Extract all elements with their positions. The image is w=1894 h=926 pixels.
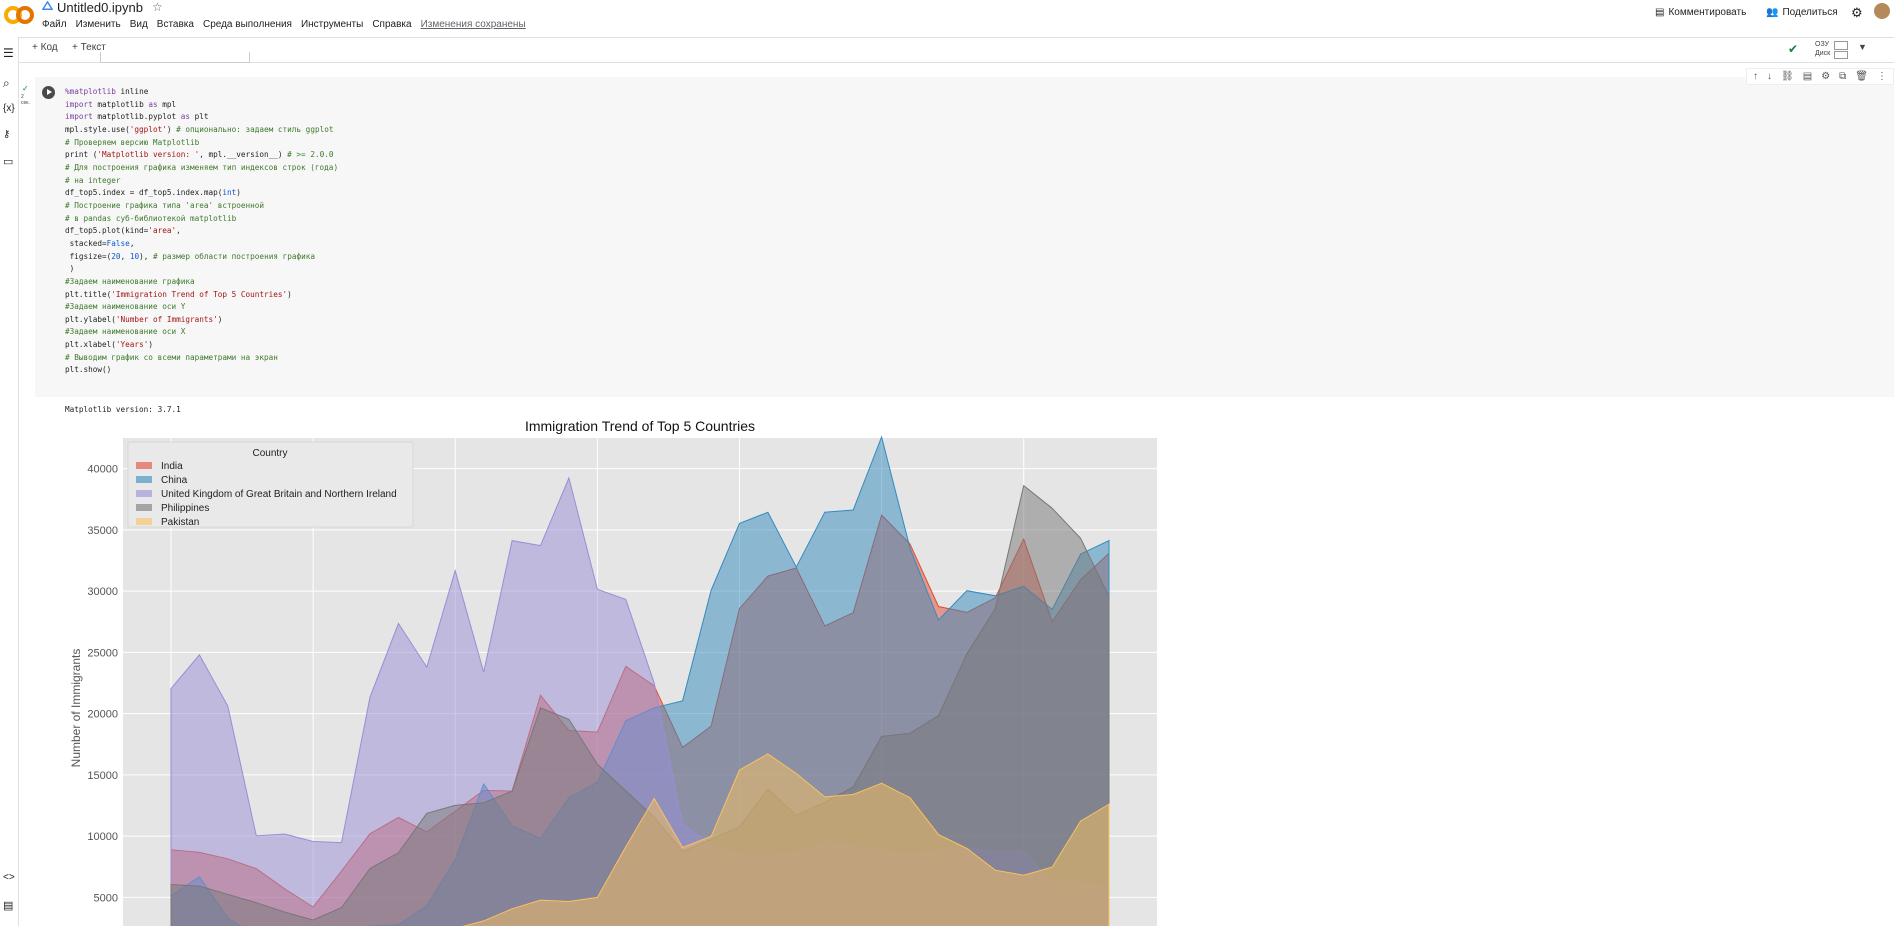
legend-swatch xyxy=(136,518,152,525)
y-tick-label: 40000 xyxy=(87,464,118,476)
chevron-down-icon[interactable]: ▼ xyxy=(1858,42,1867,52)
share-button[interactable]: 👥 Поделиться xyxy=(1766,7,1838,18)
legend-swatch xyxy=(136,476,152,483)
add-code-button[interactable]: + Код xyxy=(32,42,58,53)
y-tick-label: 20000 xyxy=(87,709,118,721)
search-icon[interactable]: ⌕ xyxy=(3,76,16,90)
cell-output-text: Matplotlib version: 3.7.1 xyxy=(65,405,181,414)
mirror-icon[interactable]: ⧉ xyxy=(1839,71,1846,82)
link-icon[interactable]: ⛓ xyxy=(1781,71,1794,82)
exec-check-icon: ✓ xyxy=(22,84,29,93)
y-tick-label: 30000 xyxy=(87,586,118,598)
legend-title: Country xyxy=(252,448,287,459)
legend-swatch xyxy=(136,490,152,497)
variables-icon[interactable]: {x} xyxy=(3,103,16,116)
comment-label: Комментировать xyxy=(1668,7,1747,18)
left-rail: ☰ ⌕ {x} ⚷ ▭ <> ▤ xyxy=(0,37,19,926)
share-label: Поделиться xyxy=(1782,7,1838,18)
menu-bar: Файл Изменить Вид Вставка Среда выполнен… xyxy=(42,19,526,30)
menu-help[interactable]: Справка xyxy=(372,19,411,30)
saved-status-link[interactable]: Изменения сохранены xyxy=(421,19,526,30)
menu-tools[interactable]: Инструменты xyxy=(301,19,363,30)
toc-icon[interactable]: ☰ xyxy=(3,46,16,60)
y-tick-label: 25000 xyxy=(87,647,118,659)
chart-title: Immigration Trend of Top 5 Countries xyxy=(525,418,755,434)
comment-button[interactable]: ▤ Комментировать xyxy=(1655,7,1746,18)
gear-icon[interactable]: ⚙ xyxy=(1851,5,1863,21)
run-button[interactable] xyxy=(42,86,55,99)
terminal-icon[interactable]: ▤ xyxy=(3,899,16,912)
y-tick-label: 10000 xyxy=(87,831,118,843)
star-icon[interactable]: ☆ xyxy=(152,0,163,14)
legend-label: Pakistan xyxy=(161,517,199,528)
legend-swatch xyxy=(136,504,152,511)
legend-label: Philippines xyxy=(161,503,209,514)
y-axis-label: Number of Immigrants xyxy=(69,649,83,768)
notebook-toolbar: + Код + Текст ✔ ОЗУ Диск ▼ xyxy=(0,37,1894,63)
delete-icon[interactable]: 🗑 xyxy=(1855,71,1868,82)
code-snippets-icon[interactable]: <> xyxy=(3,872,16,885)
legend-swatch xyxy=(136,462,152,469)
secrets-icon[interactable]: ⚷ xyxy=(3,129,16,142)
y-tick-label: 15000 xyxy=(87,770,118,782)
comment-icon: ▤ xyxy=(1655,7,1665,18)
ram-label: ОЗУ xyxy=(1815,41,1830,48)
area-chart: 5000 10000 15000 20000 25000 30000 35000 40000 I… xyxy=(69,418,1157,926)
menu-insert[interactable]: Вставка xyxy=(157,19,194,30)
legend-label: United Kingdom of Great Britain and Nort… xyxy=(161,489,397,500)
menu-view[interactable]: Вид xyxy=(130,19,148,30)
previous-cell-fragment xyxy=(100,52,250,63)
menu-edit[interactable]: Изменить xyxy=(76,19,121,30)
ram-bar xyxy=(1834,41,1848,50)
move-up-icon[interactable]: ↑ xyxy=(1753,71,1758,82)
notebook-title[interactable]: Untitled0.ipynb xyxy=(57,0,143,15)
share-icon: 👥 xyxy=(1766,7,1779,18)
cell-settings-icon[interactable]: ⚙ xyxy=(1821,71,1830,82)
y-tick-label: 5000 xyxy=(94,892,118,904)
comment-cell-icon[interactable]: ▤ xyxy=(1803,71,1812,82)
disk-bar xyxy=(1834,51,1848,59)
disk-label: Диск xyxy=(1815,50,1831,57)
exec-time: 2 сек. xyxy=(21,94,30,106)
resource-indicator[interactable]: ОЗУ Диск xyxy=(1815,40,1834,58)
move-down-icon[interactable]: ↓ xyxy=(1767,71,1772,82)
top-bar: Untitled0.ipynb ☆ Файл Изменить Вид Вста… xyxy=(0,0,1894,35)
avatar[interactable] xyxy=(1874,3,1890,19)
menu-runtime[interactable]: Среда выполнения xyxy=(203,19,292,30)
legend-label: China xyxy=(161,475,188,486)
folder-icon[interactable]: ▭ xyxy=(3,155,16,168)
y-tick-label: 35000 xyxy=(87,525,118,537)
cell-toolbar: ↑ ↓ ⛓ ▤ ⚙ ⧉ 🗑 ⋮ xyxy=(1746,68,1894,85)
more-icon[interactable]: ⋮ xyxy=(1877,71,1887,82)
drive-icon xyxy=(42,1,53,10)
check-icon: ✔ xyxy=(1788,42,1799,56)
code-editor[interactable]: %matplotlib inline import matplotlib as … xyxy=(65,86,338,377)
legend-label: India xyxy=(161,461,183,472)
colab-logo[interactable] xyxy=(4,4,34,26)
menu-file[interactable]: Файл xyxy=(42,19,67,30)
